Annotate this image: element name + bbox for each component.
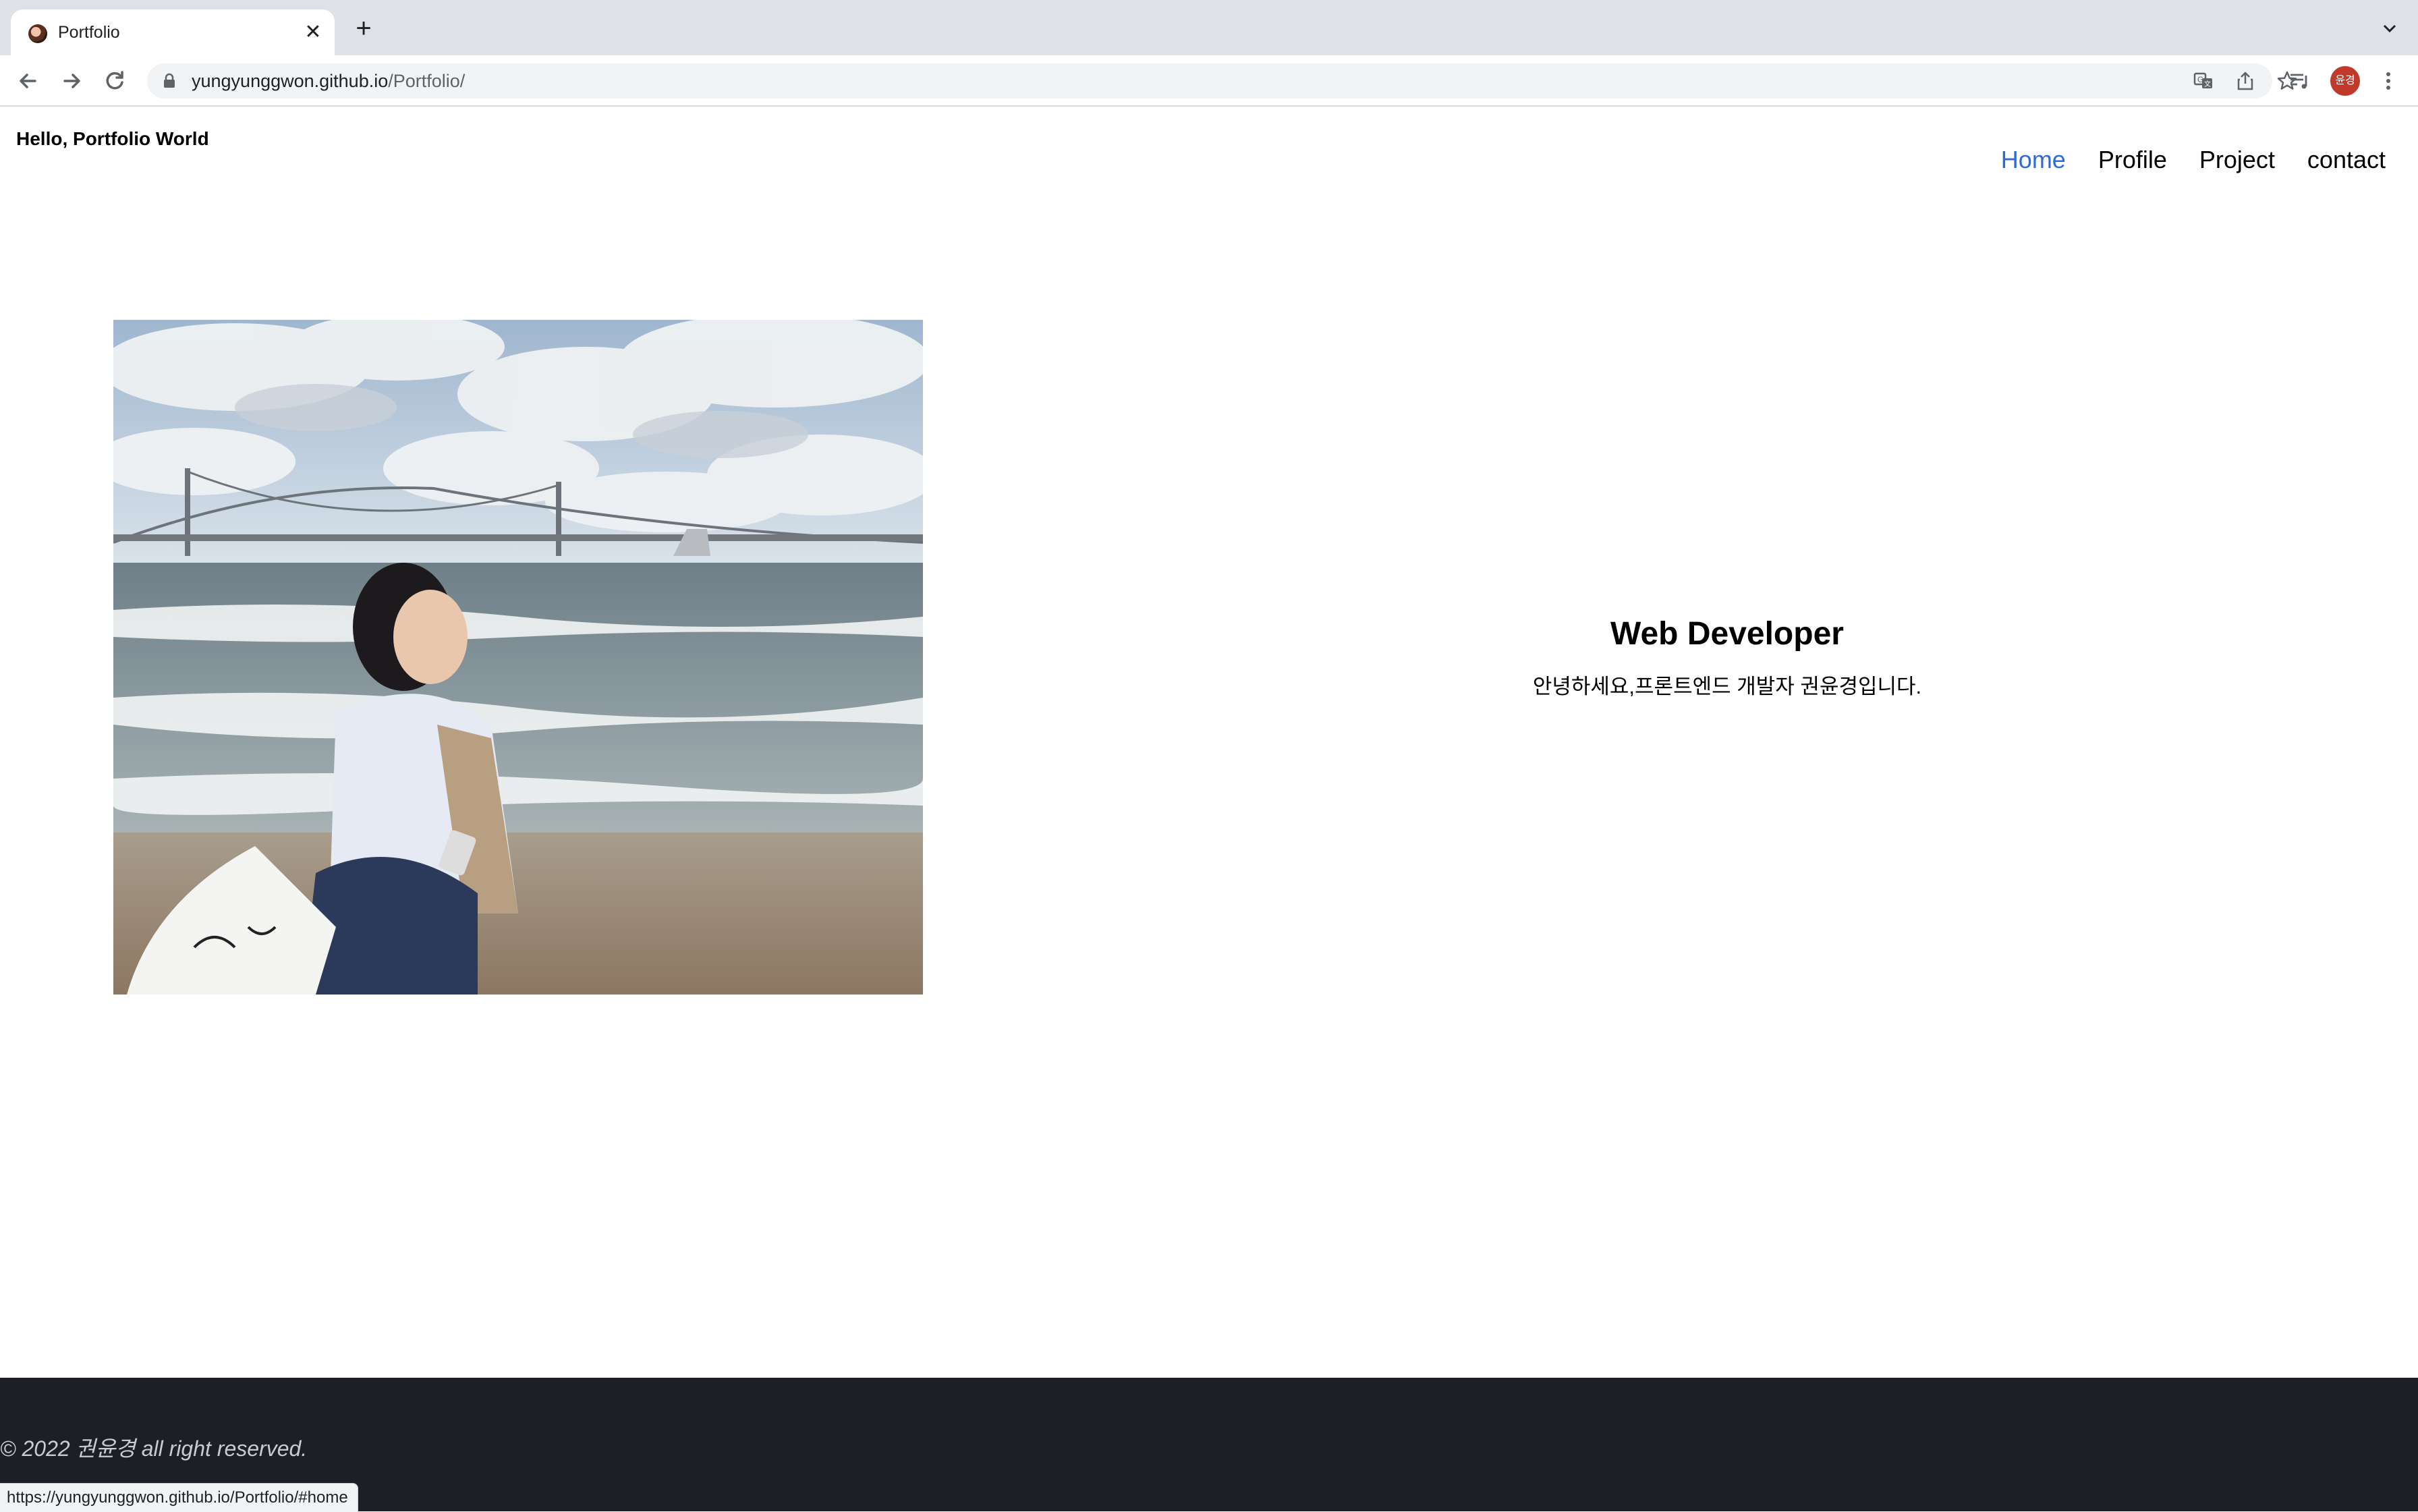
profile-photo	[113, 320, 923, 995]
browser-tab[interactable]: Portfolio ✕	[11, 9, 335, 55]
nav-home[interactable]: Home	[2001, 146, 2066, 174]
reload-icon[interactable]	[100, 66, 130, 96]
footer-copyright: © 2022 권윤경 all right reserved.	[0, 1436, 308, 1461]
address-bar[interactable]: yungyunggwon.github.io/Portfolio/ G文	[147, 63, 2297, 99]
site-nav: Home Profile Project contact	[2001, 146, 2386, 174]
status-bar-url: https://yungyunggwon.github.io/Portfolio…	[0, 1483, 358, 1512]
browser-toolbar: yungyunggwon.github.io/Portfolio/ G文 윤경	[0, 55, 2418, 107]
url-text: yungyunggwon.github.io/Portfolio/	[192, 71, 466, 91]
translate-icon[interactable]: G文	[2193, 70, 2214, 92]
nav-project[interactable]: Project	[2199, 146, 2275, 174]
footer: © 2022 권윤경 all right reserved.	[0, 1378, 2418, 1511]
nav-profile[interactable]: Profile	[2098, 146, 2167, 174]
lock-icon[interactable]	[161, 72, 178, 90]
profile-avatar[interactable]: 윤경	[2330, 66, 2360, 96]
menu-icon[interactable]	[2376, 69, 2400, 93]
hero-title: Web Developer	[1610, 616, 1844, 652]
new-tab-icon[interactable]: +	[348, 13, 379, 45]
hero-text: Web Developer 안녕하세요,프론트엔드 개발자 권윤경입니다.	[1457, 613, 1997, 700]
tab-search-icon[interactable]	[2378, 16, 2402, 40]
svg-text:文: 文	[2204, 80, 2211, 88]
tab-title: Portfolio	[58, 23, 120, 42]
share-icon[interactable]	[2234, 70, 2256, 92]
nav-contact[interactable]: contact	[2307, 146, 2386, 174]
tab-strip: Portfolio ✕ +	[0, 0, 2418, 55]
hero-description: 안녕하세요,프론트엔드 개발자 권윤경입니다.	[1532, 675, 1922, 698]
favicon-icon	[28, 24, 47, 43]
back-icon[interactable]	[13, 66, 43, 96]
site-brand[interactable]: Hello, Portfolio World	[16, 128, 209, 150]
forward-icon[interactable]	[57, 66, 86, 96]
reading-list-icon[interactable]	[2287, 69, 2311, 93]
close-icon[interactable]: ✕	[301, 20, 325, 45]
